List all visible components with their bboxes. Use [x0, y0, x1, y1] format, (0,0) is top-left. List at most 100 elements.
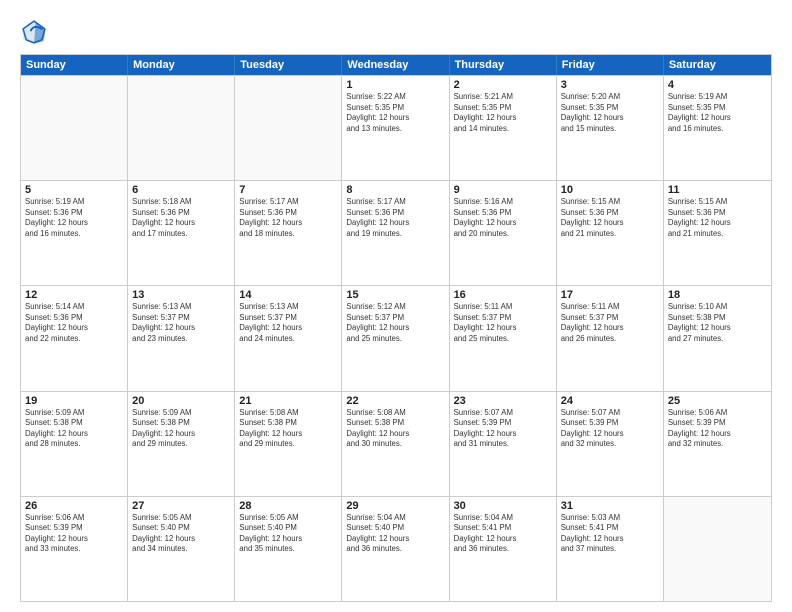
day-cell-6: 6Sunrise: 5:18 AMSunset: 5:36 PMDaylight…: [128, 181, 235, 285]
cell-line: Sunrise: 5:20 AM: [561, 92, 659, 103]
cell-line: Sunset: 5:37 PM: [239, 313, 337, 324]
day-number: 26: [25, 500, 123, 512]
cell-line: and 20 minutes.: [454, 229, 552, 240]
day-cell-15: 15Sunrise: 5:12 AMSunset: 5:37 PMDayligh…: [342, 286, 449, 390]
day-number: 18: [668, 289, 767, 301]
cell-line: Sunrise: 5:14 AM: [25, 302, 123, 313]
day-number: 5: [25, 184, 123, 196]
cell-line: Sunset: 5:39 PM: [561, 418, 659, 429]
cell-line: and 32 minutes.: [561, 439, 659, 450]
day-number: 16: [454, 289, 552, 301]
cell-line: Sunset: 5:40 PM: [239, 523, 337, 534]
cell-line: Sunrise: 5:04 AM: [454, 513, 552, 524]
header-day-thursday: Thursday: [450, 55, 557, 75]
cell-line: and 23 minutes.: [132, 334, 230, 345]
cell-line: and 32 minutes.: [668, 439, 767, 450]
day-cell-22: 22Sunrise: 5:08 AMSunset: 5:38 PMDayligh…: [342, 392, 449, 496]
calendar-row-2: 12Sunrise: 5:14 AMSunset: 5:36 PM Dayligh…: [21, 285, 771, 390]
cell-line: Daylight: 12 hours: [346, 113, 444, 124]
cell-line: and 25 minutes.: [454, 334, 552, 345]
cell-line: Sunset: 5:36 PM: [668, 208, 767, 219]
day-number: 11: [668, 184, 767, 196]
cell-line: Sunset: 5:38 PM: [25, 418, 123, 429]
day-number: 17: [561, 289, 659, 301]
day-cell-9: 9Sunrise: 5:16 AMSunset: 5:36 PMDaylight…: [450, 181, 557, 285]
cell-line: and 21 minutes.: [668, 229, 767, 240]
cell-line: Sunset: 5:41 PM: [561, 523, 659, 534]
cell-line: and 19 minutes.: [346, 229, 444, 240]
day-cell-11: 11Sunrise: 5:15 AMSunset: 5:36 PMDayligh…: [664, 181, 771, 285]
cell-line: Sunset: 5:39 PM: [454, 418, 552, 429]
day-cell-29: 29Sunrise: 5:04 AMSunset: 5:40 PMDayligh…: [342, 497, 449, 601]
cell-line: Sunset: 5:36 PM: [25, 208, 123, 219]
cell-line: and 22 minutes.: [25, 334, 123, 345]
cell-line: Sunset: 5:38 PM: [668, 313, 767, 324]
cell-line: Sunrise: 5:16 AM: [454, 197, 552, 208]
empty-cell: [235, 76, 342, 180]
cell-line: Sunset: 5:39 PM: [25, 523, 123, 534]
cell-line: Daylight: 12 hours: [668, 218, 767, 229]
cell-line: Sunrise: 5:17 AM: [239, 197, 337, 208]
cell-line: Daylight: 12 hours: [132, 323, 230, 334]
cell-line: Sunrise: 5:10 AM: [668, 302, 767, 313]
cell-line: Sunset: 5:35 PM: [668, 103, 767, 114]
header-day-wednesday: Wednesday: [342, 55, 449, 75]
cell-line: Sunrise: 5:11 AM: [561, 302, 659, 313]
cell-line: Sunset: 5:38 PM: [346, 418, 444, 429]
cell-line: and 18 minutes.: [239, 229, 337, 240]
day-number: 4: [668, 79, 767, 91]
day-number: 30: [454, 500, 552, 512]
cell-line: Daylight: 12 hours: [25, 429, 123, 440]
cell-line: Daylight: 12 hours: [346, 429, 444, 440]
cell-line: and 36 minutes.: [346, 544, 444, 555]
cell-line: Sunset: 5:37 PM: [132, 313, 230, 324]
cell-line: Sunrise: 5:22 AM: [346, 92, 444, 103]
day-cell-28: 28Sunrise: 5:05 AMSunset: 5:40 PMDayligh…: [235, 497, 342, 601]
day-cell-31: 31Sunrise: 5:03 AMSunset: 5:41 PMDayligh…: [557, 497, 664, 601]
day-number: 3: [561, 79, 659, 91]
day-cell-10: 10Sunrise: 5:15 AMSunset: 5:36 PMDayligh…: [557, 181, 664, 285]
empty-cell: [128, 76, 235, 180]
cell-line: Daylight: 12 hours: [454, 429, 552, 440]
cell-line: Sunset: 5:37 PM: [454, 313, 552, 324]
day-number: 1: [346, 79, 444, 91]
cell-line: Daylight: 12 hours: [561, 218, 659, 229]
day-cell-3: 3Sunrise: 5:20 AMSunset: 5:35 PMDaylight…: [557, 76, 664, 180]
cell-line: Daylight: 12 hours: [561, 323, 659, 334]
cell-line: Sunrise: 5:09 AM: [25, 408, 123, 419]
cell-line: Daylight: 12 hours: [132, 534, 230, 545]
day-number: 22: [346, 395, 444, 407]
day-cell-16: 16Sunrise: 5:11 AMSunset: 5:37 PMDayligh…: [450, 286, 557, 390]
cell-line: and 26 minutes.: [561, 334, 659, 345]
day-cell-1: 1Sunrise: 5:22 AMSunset: 5:35 PMDaylight…: [342, 76, 449, 180]
cell-line: and 14 minutes.: [454, 124, 552, 135]
cell-line: Daylight: 12 hours: [454, 113, 552, 124]
cell-line: Sunset: 5:36 PM: [25, 313, 123, 324]
cell-line: Sunrise: 5:08 AM: [239, 408, 337, 419]
cell-line: Daylight: 12 hours: [25, 534, 123, 545]
day-number: 15: [346, 289, 444, 301]
cell-line: and 28 minutes.: [25, 439, 123, 450]
cell-line: Sunrise: 5:15 AM: [561, 197, 659, 208]
day-cell-8: 8Sunrise: 5:17 AMSunset: 5:36 PMDaylight…: [342, 181, 449, 285]
cell-line: Sunrise: 5:03 AM: [561, 513, 659, 524]
day-cell-21: 21Sunrise: 5:08 AMSunset: 5:38 PMDayligh…: [235, 392, 342, 496]
cell-line: Sunset: 5:40 PM: [346, 523, 444, 534]
cell-line: Sunset: 5:38 PM: [132, 418, 230, 429]
cell-line: and 15 minutes.: [561, 124, 659, 135]
cell-line: Sunrise: 5:09 AM: [132, 408, 230, 419]
cell-line: Sunrise: 5:21 AM: [454, 92, 552, 103]
day-cell-25: 25Sunrise: 5:06 AMSunset: 5:39 PMDayligh…: [664, 392, 771, 496]
day-number: 6: [132, 184, 230, 196]
cell-line: Daylight: 12 hours: [668, 429, 767, 440]
cell-line: and 35 minutes.: [239, 544, 337, 555]
cell-line: Daylight: 12 hours: [346, 218, 444, 229]
day-number: 12: [25, 289, 123, 301]
cell-line: Daylight: 12 hours: [454, 323, 552, 334]
day-number: 23: [454, 395, 552, 407]
header-day-sunday: Sunday: [21, 55, 128, 75]
cell-line: Daylight: 12 hours: [132, 218, 230, 229]
cell-line: Sunrise: 5:18 AM: [132, 197, 230, 208]
cell-line: Sunset: 5:38 PM: [239, 418, 337, 429]
cell-line: Sunset: 5:36 PM: [346, 208, 444, 219]
